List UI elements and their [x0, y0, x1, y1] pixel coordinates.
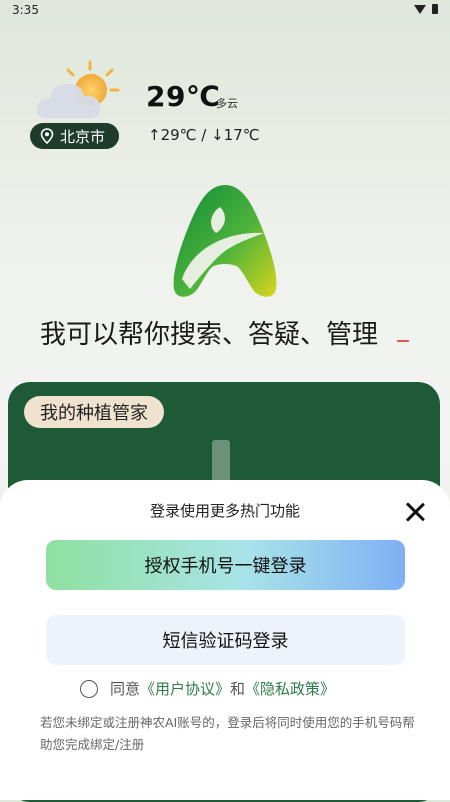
location-pin-icon — [40, 128, 54, 144]
location-button[interactable]: 北京市 — [30, 123, 120, 149]
tagline: 我可以帮你搜索、答疑、管理 — [40, 320, 379, 350]
app-logo — [173, 185, 277, 297]
agree-prefix: 同意 — [110, 680, 141, 698]
close-icon[interactable] — [402, 499, 428, 525]
location-label: 北京市 — [60, 127, 106, 146]
agreement-row: 同意 《用户协议》 和 《隐私政策》 — [80, 678, 335, 699]
planting-manager-chip: 我的种植管家 — [24, 396, 164, 428]
login-sheet-title: 登录使用更多热门功能 — [149, 502, 300, 520]
user-agreement-link[interactable]: 《用户协议》 — [140, 678, 230, 699]
agree-and: 和 — [230, 680, 246, 698]
weather-condition: 多云 — [216, 97, 238, 110]
agree-checkbox[interactable] — [80, 679, 98, 698]
phone-one-click-login-button[interactable]: 授权手机号一键登录 — [46, 540, 405, 590]
privacy-policy-link[interactable]: 《隐私政策》 — [245, 678, 335, 699]
temperature-range: ↑29℃ / ↓17℃ — [148, 126, 260, 144]
partly-cloudy-icon — [36, 60, 120, 118]
status-icons — [414, 4, 438, 14]
sms-code-login-button[interactable]: 短信验证码登录 — [46, 615, 405, 665]
binding-note: 若您未绑定或注册神农AI账号的，登录后将同时使用您的手机号码帮助您完成绑定/注册 — [40, 715, 415, 752]
status-time: 3:35 — [12, 3, 39, 17]
current-temperature: 29℃ — [146, 80, 221, 113]
wifi-icon — [414, 4, 426, 14]
text-cursor — [397, 340, 409, 342]
status-bar: 3:35 — [0, 0, 450, 22]
battery-icon — [432, 4, 438, 14]
